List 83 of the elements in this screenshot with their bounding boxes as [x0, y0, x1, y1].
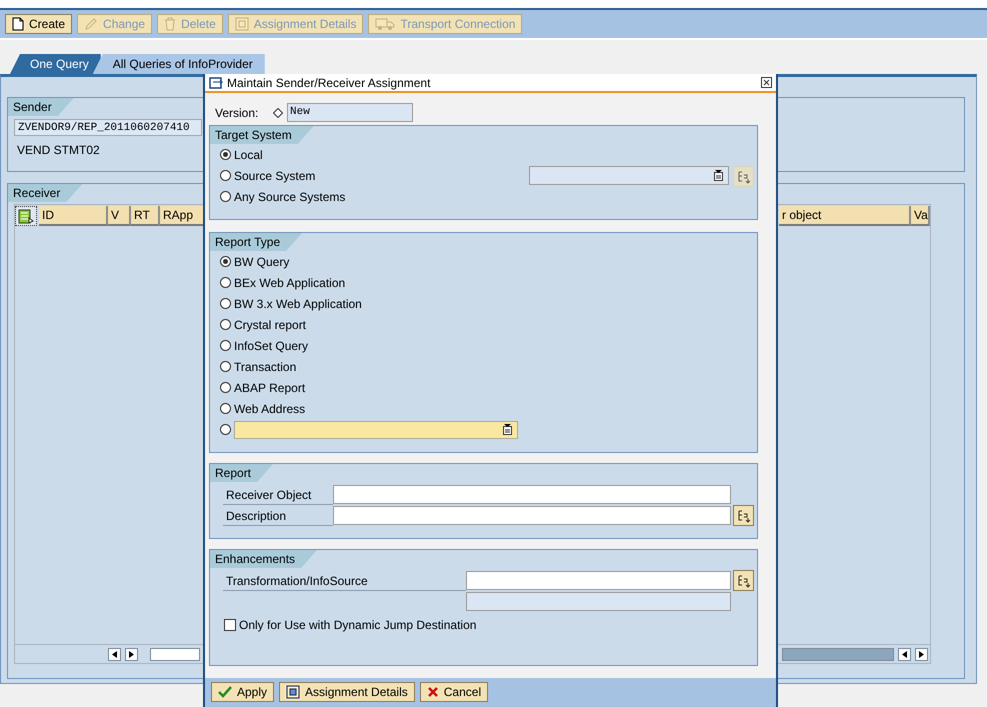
group-title: Report Type: [210, 233, 302, 251]
radio-button[interactable]: [220, 191, 231, 202]
column-header[interactable]: RApp: [160, 206, 205, 226]
dropdown-icon: [714, 170, 723, 181]
right-arrow-icon: [129, 650, 134, 658]
column-header[interactable]: Va: [911, 206, 930, 226]
group-title: Report: [210, 464, 274, 482]
radio-button[interactable]: [220, 298, 231, 309]
radio-button[interactable]: [220, 256, 231, 267]
left-arrow-icon: [902, 650, 907, 658]
radio-label[interactable]: InfoSet Query: [234, 338, 308, 352]
hierarchy-icon: [736, 508, 750, 522]
query-field[interactable]: ZVENDOR9/REP_2011060207410: [14, 119, 202, 136]
dialog-button[interactable]: Assignment Details: [279, 682, 415, 702]
column-header[interactable]: r object: [779, 206, 911, 226]
radio-label[interactable]: BW Query: [234, 254, 290, 268]
trash-icon: [164, 17, 176, 31]
radio-button[interactable]: [220, 319, 231, 330]
cross-icon: [426, 686, 439, 698]
details-icon: [286, 684, 300, 698]
checkmark-icon: [218, 686, 232, 698]
field-label: Transformation/InfoSource: [223, 570, 466, 590]
truck-icon: [375, 17, 396, 31]
dialog-button[interactable]: Apply: [211, 682, 274, 702]
source-system-field[interactable]: [529, 166, 729, 185]
radio-label[interactable]: Local: [234, 148, 263, 162]
hierarchy-help-button[interactable]: [733, 570, 754, 591]
group-title: Sender: [8, 98, 74, 116]
radio-label[interactable]: Web Address: [234, 402, 306, 416]
radio-button[interactable]: [220, 149, 231, 160]
group-title: Enhancements: [210, 550, 318, 568]
input-field[interactable]: [466, 571, 731, 590]
hierarchy-help-button[interactable]: [733, 505, 754, 526]
radio-button[interactable]: [220, 170, 231, 181]
input-field[interactable]: [333, 485, 731, 504]
dialog-icon: [209, 76, 223, 88]
toolbar-button[interactable]: Create: [5, 14, 72, 34]
scroll-left-button[interactable]: [108, 648, 121, 660]
radio-label[interactable]: BW 3.x Web Application: [234, 296, 362, 310]
details-icon: [234, 17, 249, 31]
column-header[interactable]: V: [108, 206, 131, 226]
page-icon: [12, 17, 24, 31]
column-settings-button[interactable]: [15, 206, 37, 226]
input-field[interactable]: [234, 420, 518, 438]
tab[interactable]: All Queries of InfoProvider: [92, 54, 265, 74]
close-icon[interactable]: [761, 77, 772, 88]
group-title: Receiver: [8, 184, 82, 202]
radio-label[interactable]: Crystal report: [234, 318, 306, 332]
radio-label[interactable]: ABAP Report: [234, 380, 306, 394]
group-title: Target System: [210, 126, 314, 144]
hierarchy-icon: [736, 170, 750, 184]
diamond-icon: [273, 108, 283, 118]
dialog-button[interactable]: Cancel: [420, 682, 488, 702]
scroll-track[interactable]: [150, 648, 200, 660]
radio-label[interactable]: BEx Web Application: [234, 276, 346, 290]
radio-label[interactable]: Source System: [234, 168, 316, 182]
left-arrow-icon: [112, 650, 117, 658]
pencil-icon: [84, 17, 98, 31]
hierarchy-icon: [736, 574, 750, 588]
scroll-track[interactable]: [782, 648, 894, 660]
radio-button[interactable]: [220, 424, 231, 435]
column-header[interactable]: ID: [39, 206, 108, 226]
scroll-right-button[interactable]: [915, 648, 928, 660]
radio-button[interactable]: [220, 277, 231, 288]
radio-button[interactable]: [220, 340, 231, 351]
scroll-right-button[interactable]: [125, 648, 138, 660]
dialog-title: Maintain Sender/Receiver Assignment: [227, 76, 432, 90]
input-field[interactable]: [333, 506, 731, 525]
radio-button[interactable]: [220, 382, 231, 393]
field-label: Version:: [215, 106, 260, 120]
version-field: New: [287, 103, 413, 122]
radio-label[interactable]: Transaction: [234, 360, 296, 374]
checkbox[interactable]: [224, 619, 236, 631]
tab[interactable]: One Query: [10, 54, 101, 74]
column-header[interactable]: RT: [131, 206, 160, 226]
scroll-left-button[interactable]: [898, 648, 911, 660]
checkbox-label[interactable]: Only for Use with Dynamic Jump Destination: [239, 618, 476, 632]
radio-button[interactable]: [220, 403, 231, 414]
query-description: VEND STMT02: [17, 143, 100, 157]
dropdown-icon: [503, 424, 512, 435]
radio-label[interactable]: Any Source Systems: [234, 190, 346, 204]
radio-button[interactable]: [220, 361, 231, 372]
right-arrow-icon: [919, 650, 924, 658]
